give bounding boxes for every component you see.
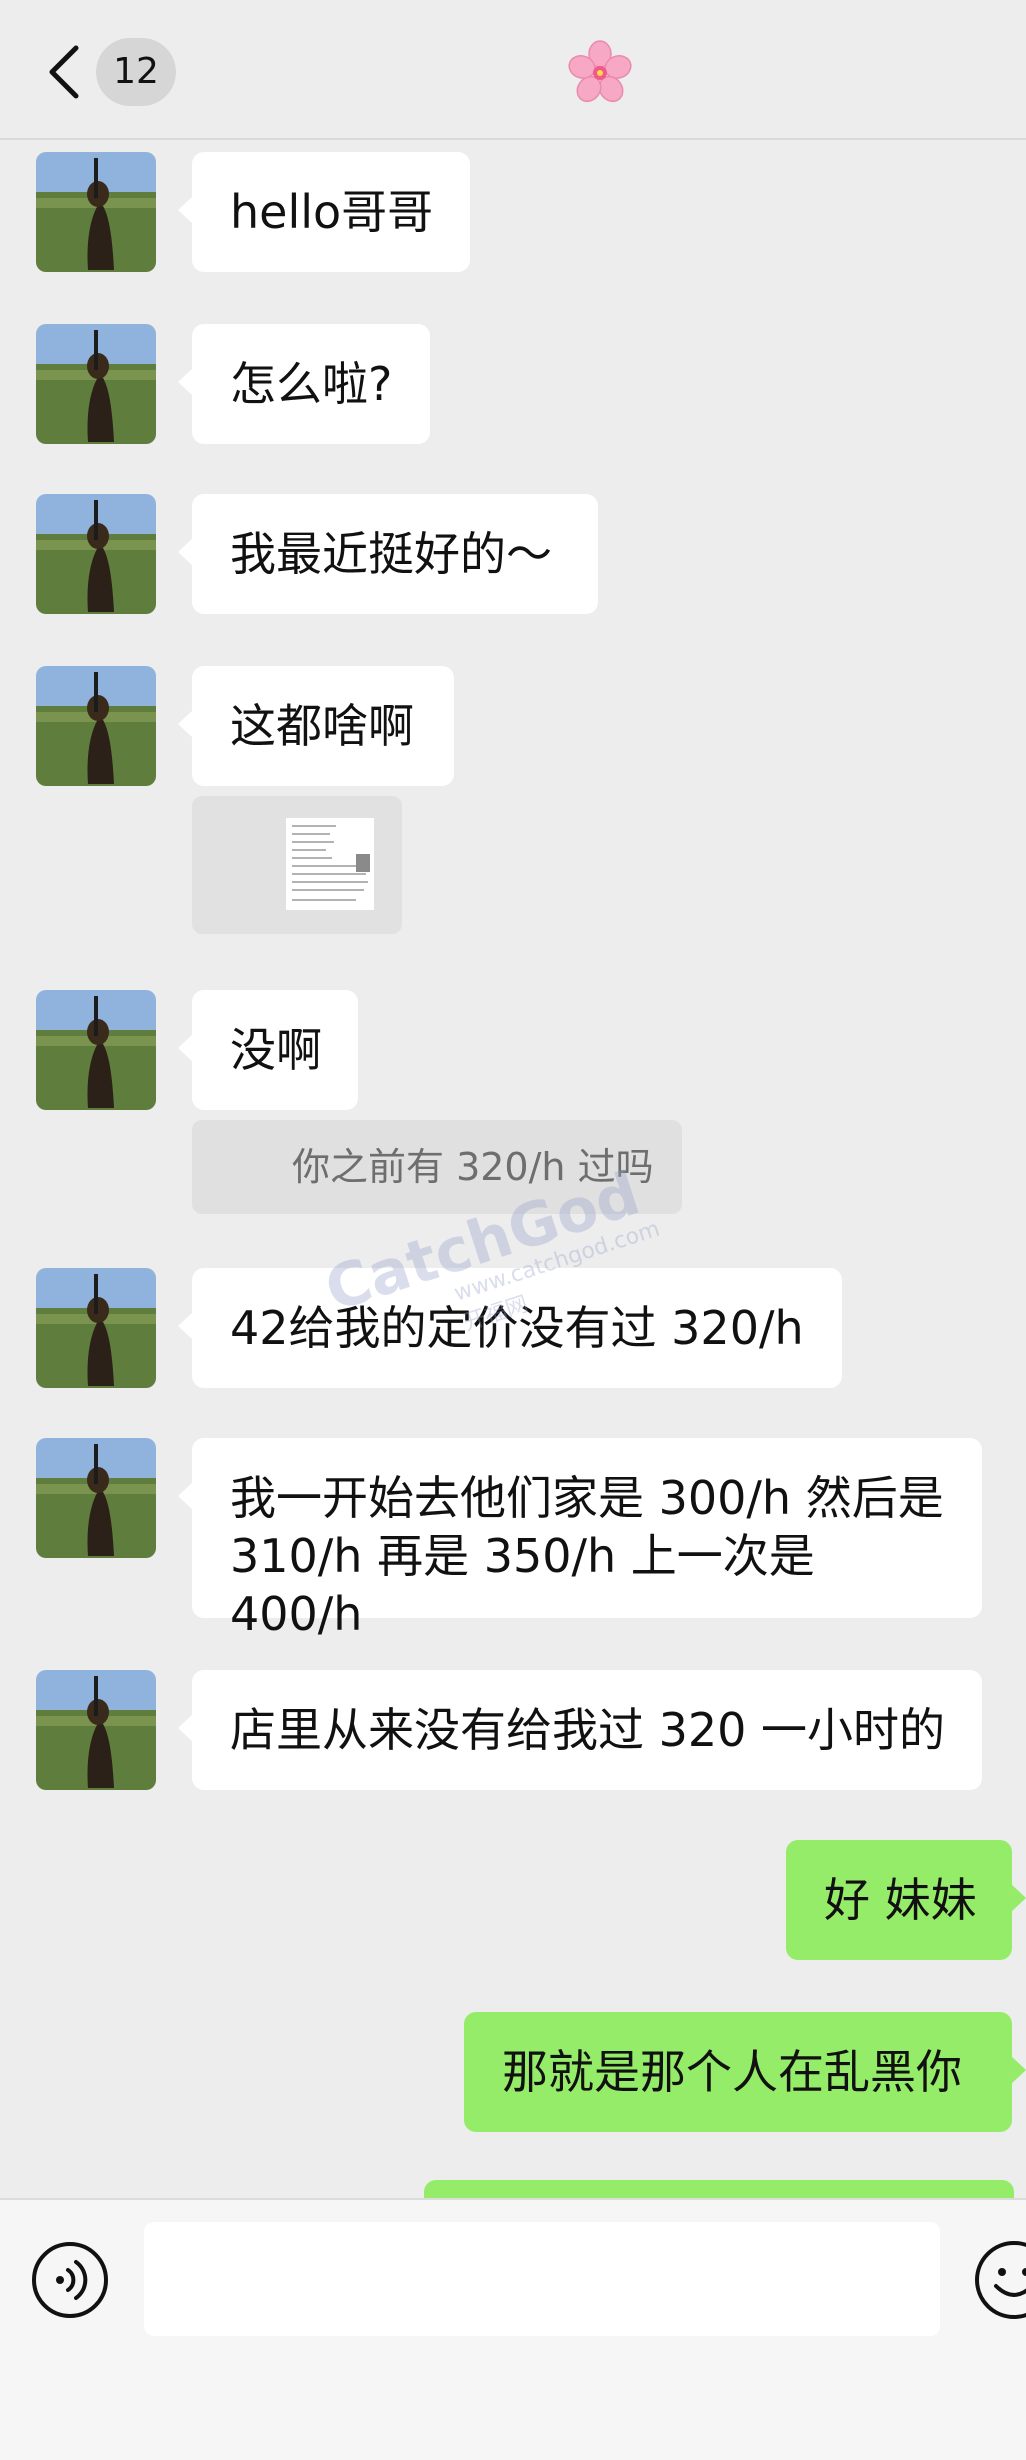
avatar-photo-icon: [36, 494, 156, 614]
contact-avatar[interactable]: [36, 494, 156, 614]
message-bubble[interactable]: 店里从来没有给我过 320 一小时的: [178, 1670, 982, 1790]
message-text: 这都啥啊: [230, 699, 414, 753]
unread-count-badge[interactable]: 12: [96, 38, 176, 106]
voice-button[interactable]: [30, 2240, 110, 2320]
avatar-photo-icon: [36, 1268, 156, 1388]
message-bubble[interactable]: hello哥哥: [178, 152, 470, 272]
message-bubble[interactable]: 这都啥啊: [178, 666, 454, 786]
message-bubble-outgoing-partial[interactable]: [424, 2180, 1014, 2198]
message-text: hello哥哥: [230, 185, 434, 239]
contact-avatar[interactable]: [36, 152, 156, 272]
message-text: 那就是那个人在乱黑你: [502, 2045, 962, 2099]
emoji-button[interactable]: [972, 2238, 1026, 2322]
contact-avatar[interactable]: [36, 324, 156, 444]
smiley-icon: [975, 2241, 1026, 2319]
message-bubble[interactable]: 没啊: [178, 990, 358, 1110]
chevron-left-icon: [49, 45, 79, 99]
input-bar: [0, 2198, 1026, 2460]
document-thumbnail: [286, 818, 374, 910]
message-text: 店里从来没有给我过 320 一小时的: [230, 1703, 946, 1757]
voice-icon: [32, 2242, 108, 2318]
message-text: 我最近挺好的～: [230, 527, 552, 581]
message-text: 42给我的定价没有过 320/h: [230, 1301, 804, 1355]
cherry-blossom-icon: [568, 40, 632, 103]
message-bubble-outgoing[interactable]: 那就是那个人在乱黑你: [464, 2012, 1026, 2132]
back-button[interactable]: [44, 44, 84, 100]
avatar-photo-icon: [36, 1438, 156, 1558]
avatar-photo-icon: [36, 990, 156, 1110]
message-text: 好 妹妹: [824, 1873, 977, 1927]
message-text: 没啊: [230, 1023, 322, 1077]
avatar-photo-icon: [36, 666, 156, 786]
message-list[interactable]: hello哥哥 怎么啦? 我最近挺好的～ 这都啥啊 没啊 你之前有 320/h …: [0, 140, 1026, 2198]
contact-avatar[interactable]: [36, 990, 156, 1110]
message-text: 我一开始去他们家是 300/h 然后是 310/h 再是 350/h 上一次是 …: [230, 1471, 944, 1641]
contact-avatar[interactable]: [36, 666, 156, 786]
message-bubble[interactable]: 42给我的定价没有过 320/h: [178, 1268, 842, 1388]
document-lines-icon: [292, 825, 370, 901]
contact-avatar[interactable]: [36, 1438, 156, 1558]
chat-header: 12: [0, 0, 1026, 140]
avatar-photo-icon: [36, 324, 156, 444]
quoted-reply[interactable]: 你之前有 320/h 过吗: [192, 1120, 682, 1214]
message-input[interactable]: [144, 2222, 940, 2336]
chat-title: [568, 40, 632, 104]
message-text: 怎么啦?: [230, 357, 393, 411]
message-bubble[interactable]: 我最近挺好的～: [178, 494, 598, 614]
message-bubble[interactable]: 怎么啦?: [178, 324, 430, 444]
avatar-photo-icon: [36, 1670, 156, 1790]
contact-avatar[interactable]: [36, 1268, 156, 1388]
contact-avatar[interactable]: [36, 1670, 156, 1790]
message-bubble-outgoing[interactable]: 好 妹妹: [786, 1840, 1026, 1960]
image-message[interactable]: [192, 796, 402, 934]
message-bubble[interactable]: 我一开始去他们家是 300/h 然后是 310/h 再是 350/h 上一次是 …: [178, 1438, 982, 1641]
avatar-photo-icon: [36, 152, 156, 272]
